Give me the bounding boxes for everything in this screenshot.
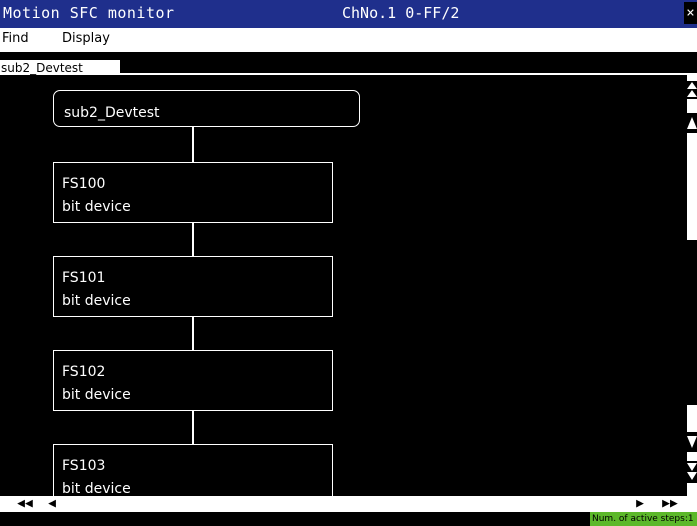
close-button[interactable]: × (684, 2, 697, 24)
step-description: bit device (62, 293, 131, 309)
step-label: FS100 (62, 176, 106, 192)
title-bar: Motion SFC monitor ChNo.1 0-FF/2 × (0, 0, 697, 28)
scroll-first-button[interactable]: ◀◀ (10, 496, 40, 512)
window-title: Motion SFC monitor (3, 4, 175, 22)
step-label: FS101 (62, 270, 106, 286)
up-arrow-icon (687, 117, 697, 129)
vertical-scrollbar[interactable] (687, 75, 697, 496)
program-name: sub2_Devtest (64, 105, 160, 121)
scroll-prev-button[interactable]: ◀ (42, 496, 62, 512)
step-label: FS103 (62, 458, 106, 474)
program-start-block[interactable]: sub2_Devtest (53, 90, 360, 127)
horizontal-scrollbar[interactable]: ◀◀ ◀ ▶ ▶▶ (0, 496, 697, 512)
tab-strip: sub2_Devtest (0, 52, 697, 78)
step-description: bit device (62, 387, 131, 403)
sfc-step-fs101[interactable]: FS101 bit device (53, 256, 333, 317)
sfc-step-fs100[interactable]: FS100 bit device (53, 162, 333, 223)
menu-bar: Find Display (0, 28, 697, 52)
sfc-step-fs103[interactable]: FS103 bit device (53, 444, 333, 496)
scroll-next-button[interactable]: ▶ (630, 496, 650, 512)
scroll-top-icon[interactable] (687, 81, 697, 99)
connector-line (192, 317, 194, 350)
scroll-bottom-icon[interactable] (687, 461, 697, 483)
channel-info: ChNo.1 0-FF/2 (342, 4, 460, 22)
sfc-step-fs102[interactable]: FS102 bit device (53, 350, 333, 411)
double-up-arrow-icon (687, 82, 697, 97)
active-steps-indicator: Num. of active steps:1 (590, 512, 697, 526)
connector-line (192, 411, 194, 444)
scroll-thumb[interactable] (687, 240, 697, 405)
status-bar: Num. of active steps:1 (0, 512, 697, 526)
connector-line (192, 223, 194, 256)
connector-line (192, 127, 194, 162)
menu-display[interactable]: Display (62, 31, 110, 46)
double-down-arrow-icon (687, 463, 697, 480)
sfc-diagram: sub2_Devtest FS100 bit device FS101 bit … (0, 75, 687, 496)
scroll-up-icon[interactable] (687, 113, 697, 133)
scroll-down-icon[interactable] (687, 432, 697, 452)
down-arrow-icon (687, 436, 697, 448)
step-description: bit device (62, 481, 131, 496)
step-label: FS102 (62, 364, 106, 380)
scroll-last-button[interactable]: ▶▶ (655, 496, 685, 512)
step-description: bit device (62, 199, 131, 215)
menu-find[interactable]: Find (2, 31, 29, 46)
